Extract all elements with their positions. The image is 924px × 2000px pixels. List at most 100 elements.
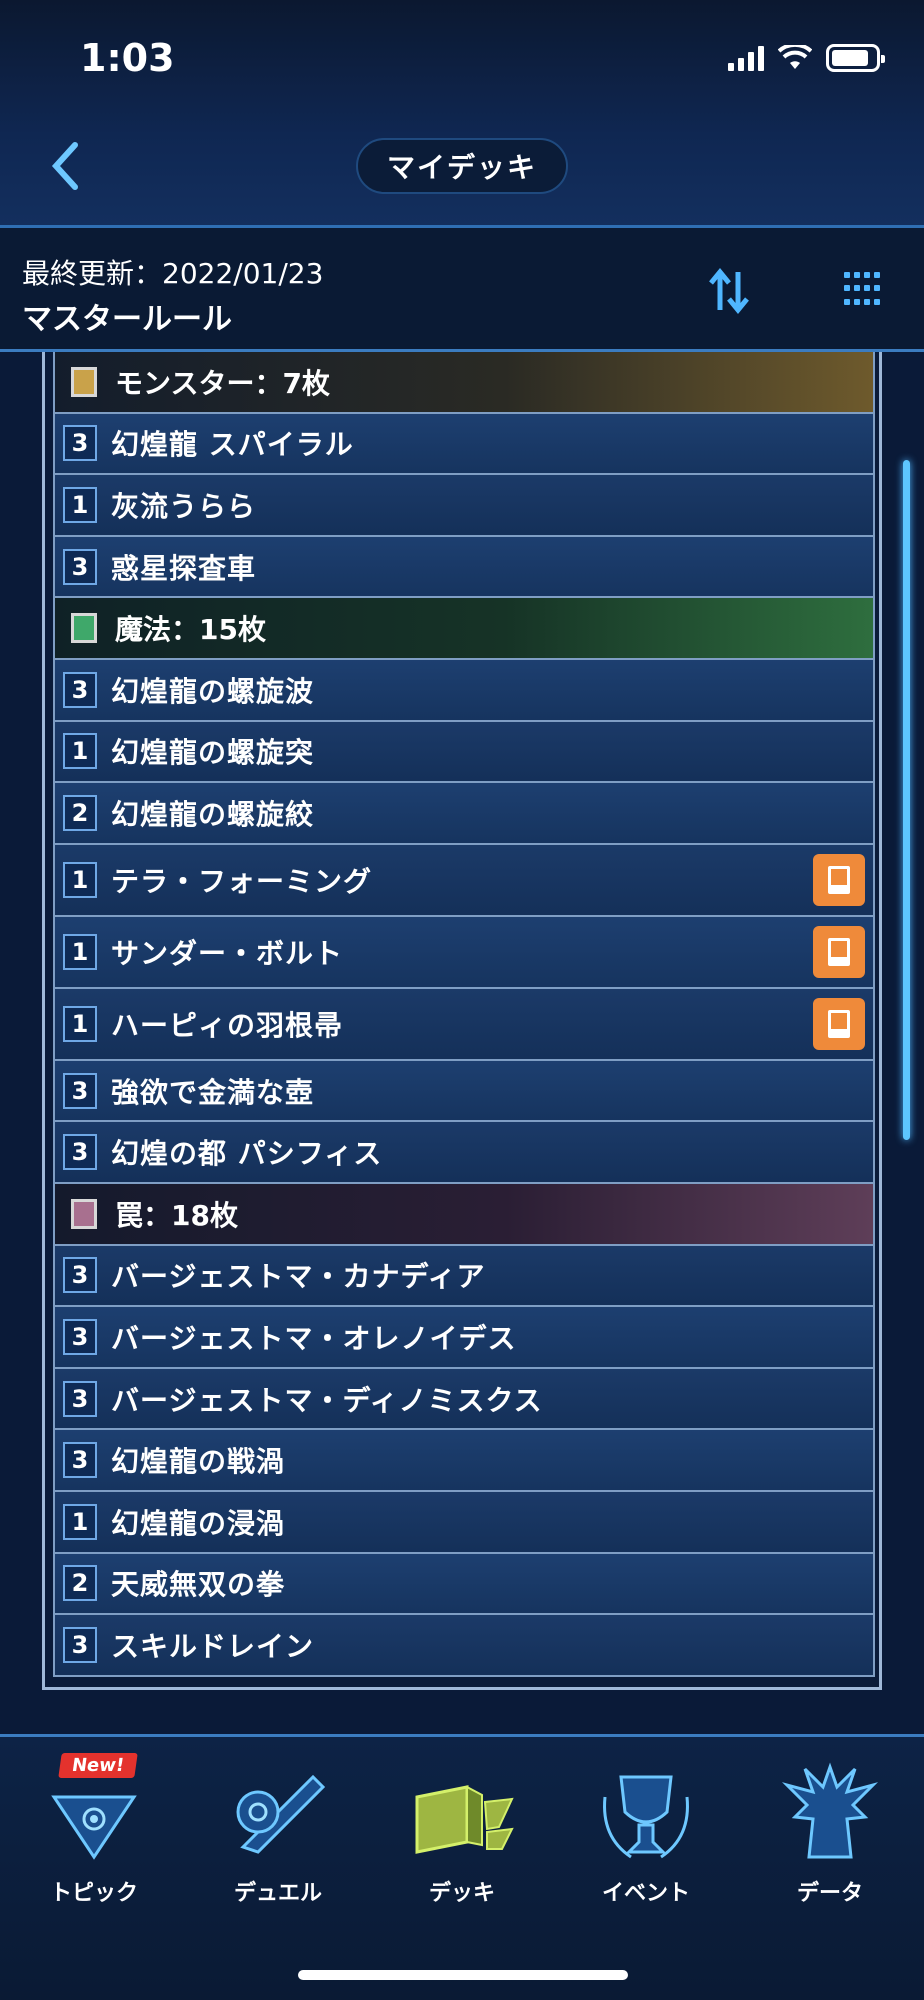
scrollbar[interactable] [903,460,910,1140]
nav-label: イベント [601,1881,690,1906]
section-title: モンスター：7枚 [115,366,330,400]
card-count: 3 [63,671,97,708]
card-row[interactable]: 3 バージェストマ・カナディア [53,1245,875,1308]
app-header: 1:03 マイデッキ [0,0,924,228]
card-row[interactable]: 3 スキルドレイン [53,1615,875,1677]
status-time: 1:03 [80,36,175,80]
wifi-icon [778,45,812,69]
card-row[interactable]: 1 灰流うらら [53,475,875,537]
duel-disk-icon [236,1774,326,1854]
card-row[interactable]: 2 幻煌龍の螺旋絞 [53,783,875,845]
card-name: スキルドレイン [111,1629,315,1663]
card-row[interactable]: 3 幻煌龍 スパイラル [53,413,875,476]
nav-event[interactable]: イベント [554,1757,738,1917]
card-name: サンダー・ボルト [111,936,344,970]
back-button[interactable] [40,136,90,196]
card-row[interactable]: 1 幻煌龍の浸渦 [53,1491,875,1554]
cellular-signal-icon [728,45,764,71]
card-name: 幻煌の都 パシフィス [111,1137,383,1171]
card-name: 灰流うらら [111,489,257,523]
page-title: マイデッキ [356,138,568,194]
card-name: ハーピィの羽根帚 [111,1008,344,1042]
card-count: 1 [63,861,97,898]
card-count: 3 [63,1442,97,1479]
card-row[interactable]: 3 バージェストマ・オレノイデス [53,1307,875,1369]
section-header-trap: 罠：18枚 [53,1183,875,1246]
card-name: 幻煌龍の螺旋波 [111,674,315,708]
card-name: バージェストマ・オレノイデス [111,1321,517,1355]
card-name: バージェストマ・カナディア [111,1260,486,1294]
deck-info-bar: 最終更新：2022/01/23 マスタールール [0,228,924,352]
card-count: 2 [63,1565,97,1602]
nav-duel[interactable]: デュエル [186,1757,370,1917]
card-count: 3 [63,1257,97,1294]
card-count: 1 [63,733,97,770]
nav-label: データ [796,1881,863,1906]
battery-fill [832,50,868,66]
card-name: 強欲で金満な壺 [111,1075,315,1109]
trap-card-icon [71,1198,97,1229]
card-row[interactable]: 2 天威無双の拳 [53,1553,875,1616]
card-name: バージェストマ・ディノミスクス [111,1383,543,1417]
card-row[interactable]: 3 バージェストマ・ディノミスクス [53,1368,875,1431]
card-count: 2 [63,794,97,831]
home-indicator[interactable] [298,1970,628,1980]
card-count: 3 [63,1072,97,1109]
card-count: 1 [63,486,97,523]
card-count: 3 [63,1318,97,1355]
limited-card-badge-icon [813,997,865,1050]
monster-card-icon [71,366,97,397]
last-updated-text: 最終更新：2022/01/23 [22,257,324,290]
card-name: テラ・フォーミング [111,864,373,898]
battery-icon [826,44,885,72]
card-name: 幻煌龍の戦渦 [111,1445,286,1479]
card-row[interactable]: 3 幻煌の都 パシフィス [53,1122,875,1184]
status-icons [728,44,885,72]
card-name: 幻煌龍の浸渦 [111,1506,286,1540]
card-row[interactable]: 3 惑星探査車 [53,536,875,599]
limited-card-badge-icon [813,925,865,978]
deck-list: モンスター：7枚 3 幻煌龍 スパイラル 1 灰流うらら 3 惑星探査車 魔法：15枚… [53,352,875,1677]
section-title: 魔法：15枚 [115,613,266,647]
card-count: 3 [63,548,97,585]
card-name: 天威無双の拳 [111,1568,286,1602]
card-count: 1 [63,1005,97,1042]
limited-card-badge-icon [813,853,865,906]
card-row[interactable]: 3 強欲で金満な壺 [53,1060,875,1123]
deck-panel: モンスター：7枚 3 幻煌龍 スパイラル 1 灰流うらら 3 惑星探査車 魔法：15枚… [42,352,882,1690]
card-count: 3 [63,425,97,462]
deck-cards-icon [415,1785,514,1854]
card-row[interactable]: 3 幻煌龍の螺旋波 [53,659,875,722]
character-silhouette-icon [781,1762,879,1859]
chevron-left-icon [51,142,78,190]
sort-button[interactable] [706,266,752,316]
trophy-icon [603,1775,689,1859]
card-count: 3 [63,1134,97,1171]
card-name: 幻煌龍の螺旋突 [111,736,315,770]
nav-label: デュエル [233,1881,322,1906]
spell-card-icon [71,613,97,644]
section-header-monster: モンスター：7枚 [53,352,875,414]
card-name: 幻煌龍 スパイラル [111,428,354,462]
sort-arrows-icon [709,268,749,314]
card-name: 幻煌龍の螺旋絞 [111,797,315,831]
rule-text: マスタールール [22,302,232,337]
card-count: 3 [63,1626,97,1663]
grid-view-icon[interactable] [844,272,880,308]
nav-label: デッキ [428,1881,495,1906]
card-row[interactable]: 1 サンダー・ボルト [53,916,875,989]
card-count: 1 [63,1503,97,1540]
nav-deck[interactable]: デッキ [370,1757,554,1917]
card-row[interactable]: 3 幻煌龍の戦渦 [53,1430,875,1492]
nav-topic[interactable]: New! トピック [2,1753,186,1917]
card-row[interactable]: 1 幻煌龍の螺旋突 [53,721,875,784]
card-row[interactable]: 1 ハーピィの羽根帚 [53,988,875,1061]
bottom-nav: New! トピック デュエル デッキ イベント データ [0,1734,924,2000]
section-header-spell: 魔法：15枚 [53,598,875,660]
section-title: 罠：18枚 [115,1198,238,1232]
card-name: 惑星探査車 [111,551,257,585]
card-count: 1 [63,933,97,970]
nav-label: トピック [49,1881,138,1906]
card-row[interactable]: 1 テラ・フォーミング [53,844,875,917]
nav-data[interactable]: データ [738,1757,922,1917]
